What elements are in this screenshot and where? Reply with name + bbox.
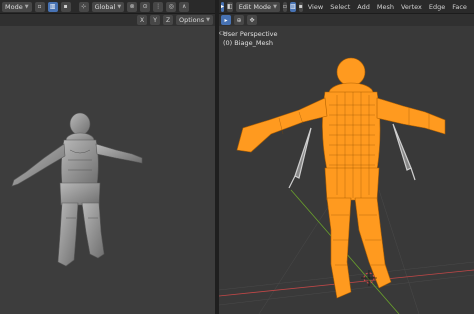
character-model[interactable] — [0, 0, 215, 314]
left-viewport[interactable]: Mode ▼ ▫ ▥ ▪ ⊹ Global ▼ ⊗ ⊙ ⋮ ◎ ∧ X Y Z … — [0, 0, 215, 314]
edit-mode-scene[interactable] — [219, 0, 474, 314]
right-viewport[interactable]: ▸ ◧ Edit Mode ▼ ▫ ▥ ▪ View Select Add Me… — [219, 0, 474, 314]
